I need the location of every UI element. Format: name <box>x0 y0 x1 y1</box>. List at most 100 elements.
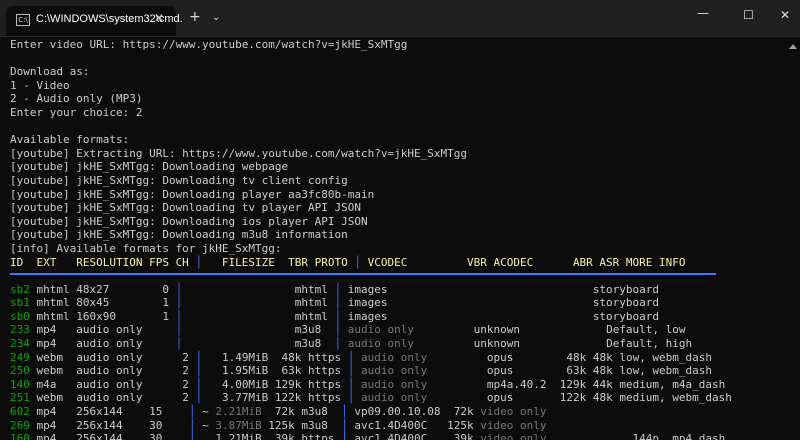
close-tab-icon[interactable]: ✕ <box>154 11 164 25</box>
terminal-line: 140 m4a audio only 2 │ 4.00MiB 129k http… <box>10 378 800 392</box>
terminal-line: 249 webm audio only 2 │ 1.49MiB 48k http… <box>10 351 800 365</box>
terminal-text: 160 <box>10 432 30 440</box>
chevron-down-icon[interactable]: ⌄ <box>212 12 220 23</box>
terminal-text: images storyboard <box>341 282 660 296</box>
terminal-text: opus 63k 48k low, webm_dash <box>427 364 713 378</box>
terminal-text: avc1.4D400C 39k <box>347 432 481 440</box>
terminal-text: m3u8 <box>182 323 335 337</box>
terminal-text: opus 48k 48k low, webm_dash <box>427 350 713 364</box>
terminal-text: mhtml 48x27 0 <box>29 282 176 296</box>
maximize-button[interactable]: ☐ <box>743 8 754 22</box>
terminal-text: sb2 <box>10 282 30 296</box>
title-bar: C:\ C:\WINDOWS\system32\cmd. ✕ + ⌄ — ☐ ✕ <box>0 0 800 37</box>
terminal-line: Available formats: <box>10 133 800 147</box>
terminal-text: images storyboard <box>341 309 660 323</box>
terminal-output[interactable]: Enter video URL: https://www.youtube.com… <box>10 38 800 440</box>
terminal-text: mhtml 160x90 1 <box>29 309 176 323</box>
terminal-text: 602 <box>10 405 30 419</box>
terminal-text: mp4 256x144 15 <box>29 405 189 419</box>
terminal-text: 3.77MiB 122k https <box>202 391 348 405</box>
terminal-line: sb0 mhtml 160x90 1 │ mhtml │ images stor… <box>10 310 800 324</box>
terminal-text: opus 122k 48k medium, webm_dash <box>427 391 732 405</box>
scrollbar[interactable] <box>789 36 797 440</box>
terminal-text: [youtube] jkHE_SxMTgg: Downloading tv cl… <box>10 173 348 187</box>
close-window-button[interactable]: ✕ <box>780 8 790 22</box>
table-header-separator <box>10 273 716 275</box>
terminal-line: 251 webm audio only 2 │ 3.77MiB 122k htt… <box>10 391 800 405</box>
terminal-text: 1.21MiB 39k https <box>195 432 342 440</box>
terminal-text: mp4 audio only <box>29 323 176 337</box>
terminal-line: Download as: <box>10 65 800 79</box>
terminal-text: video only <box>480 405 547 419</box>
terminal-text: mp4a.40.2 129k 44k medium, m4a_dash <box>427 377 726 391</box>
terminal-text: audio only <box>361 364 428 378</box>
terminal-text: webm audio only 2 <box>29 364 196 378</box>
terminal-text: 72k m3u8 <box>261 405 342 419</box>
terminal-text: │ <box>341 432 348 440</box>
terminal-text: 1 - Video <box>10 78 70 92</box>
terminal-line: Enter your choice: 2 <box>10 106 800 120</box>
new-tab-button[interactable]: + <box>189 9 201 25</box>
terminal-text: Download as: <box>10 65 90 79</box>
terminal-text: video only <box>480 432 547 440</box>
terminal-text: audio only <box>361 350 428 364</box>
terminal-text: 125k m3u8 <box>261 418 342 432</box>
terminal-text: Available formats: <box>10 133 130 147</box>
terminal-line: ID EXT RESOLUTION FPS CH │ FILESIZE TBR … <box>10 256 800 270</box>
terminal-line: [youtube] jkHE_SxMTgg: Downloading webpa… <box>10 160 800 174</box>
terminal-text: audio only <box>347 337 415 351</box>
terminal-text: mp4 audio only <box>29 337 176 351</box>
terminal-text: mhtml <box>182 296 335 310</box>
terminal-text: audio only <box>347 323 415 337</box>
terminal-text: 1.95MiB 63k https <box>202 364 348 378</box>
terminal-line: [youtube] jkHE_SxMTgg: Downloading tv cl… <box>10 174 800 188</box>
terminal-text: webm audio only 2 <box>29 391 196 405</box>
tab-cmd[interactable]: C:\ C:\WINDOWS\system32\cmd. ✕ <box>6 6 183 36</box>
terminal-text: audio only <box>361 391 428 405</box>
terminal-line: 234 mp4 audio only │ m3u8 │ audio only u… <box>10 337 800 351</box>
terminal-text: 269 <box>10 418 30 432</box>
terminal-text: unknown Default, high <box>414 337 693 351</box>
minimize-button[interactable]: — <box>697 6 709 20</box>
terminal-text: Enter your choice: 2 <box>10 105 143 119</box>
terminal-text: audio only <box>361 377 428 391</box>
terminal-text: ~ <box>195 418 216 432</box>
scroll-up-icon[interactable] <box>789 44 797 49</box>
terminal-text: 144p, mp4_dash <box>546 432 726 440</box>
terminal-line: Enter video URL: https://www.youtube.com… <box>10 38 800 52</box>
terminal-text: mhtml <box>182 309 335 323</box>
terminal-text: [info] Available formats for jkHE_SxMTgg… <box>10 241 282 255</box>
terminal-text: sb0 <box>10 309 30 323</box>
terminal-text: mp4 256x144 30 <box>29 418 189 432</box>
terminal-text: [youtube] Extracting URL: https://www.yo… <box>10 146 467 160</box>
terminal-line: [youtube] jkHE_SxMTgg: Downloading m3u8 … <box>10 228 800 242</box>
terminal-text: VCODEC VBR ACODEC ABR ASR MORE INFO <box>361 255 686 269</box>
terminal-text: [youtube] jkHE_SxMTgg: Downloading webpa… <box>10 160 289 174</box>
terminal-text: mhtml 80x45 1 <box>29 296 176 310</box>
terminal-line: 160 mp4 256x144 30 │ 1.21MiB 39k https │… <box>10 432 800 440</box>
terminal-text: 250 <box>10 364 30 378</box>
terminal-text: 2 - Audio only (MP3) <box>10 92 143 106</box>
terminal-text: mp4 256x144 30 <box>29 432 189 440</box>
terminal-text: sb1 <box>10 296 30 310</box>
terminal-text: video only <box>480 418 547 432</box>
terminal-line: 233 mp4 audio only │ m3u8 │ audio only u… <box>10 323 800 337</box>
terminal-line: 2 - Audio only (MP3) <box>10 92 800 106</box>
terminal-window: C:\ C:\WINDOWS\system32\cmd. ✕ + ⌄ — ☐ ✕… <box>0 0 800 440</box>
terminal-text: m3u8 <box>182 337 335 351</box>
terminal-text: │ <box>341 405 348 419</box>
terminal-text: 140 <box>10 377 30 391</box>
terminal-text: vp09.00.10.08 72k <box>347 405 481 419</box>
terminal-text: 234 <box>10 337 30 351</box>
terminal-text: FILESIZE TBR PROTO <box>202 255 355 269</box>
terminal-text: mhtml <box>182 282 335 296</box>
terminal-text: 251 <box>10 391 30 405</box>
terminal-line: 269 mp4 256x144 30 │ ~ 3.87MiB 125k m3u8… <box>10 419 800 433</box>
cmd-icon: C:\ <box>16 14 30 26</box>
terminal-text: 233 <box>10 323 30 337</box>
terminal-line: [youtube] jkHE_SxMTgg: Downloading ios p… <box>10 215 800 229</box>
terminal-line: 602 mp4 256x144 15 │ ~ 2.21MiB 72k m3u8 … <box>10 405 800 419</box>
